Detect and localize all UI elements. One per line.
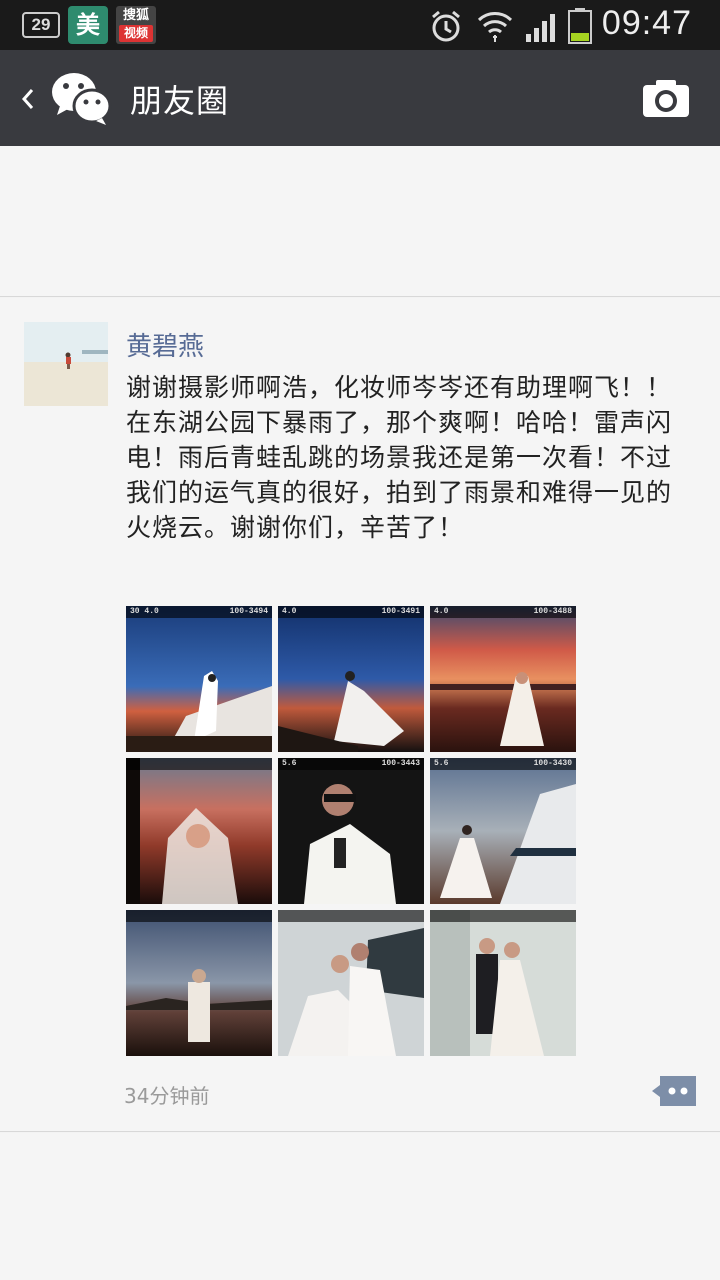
sohu-label: 搜狐 [122, 8, 149, 23]
photo-2-exif: 4.0 100-3491 [278, 606, 424, 618]
photo-8-image [278, 910, 424, 1056]
moments-cover [0, 146, 720, 297]
photo-7[interactable] [126, 910, 272, 1056]
clock: 09:47 [601, 4, 692, 42]
photo-5-exif: 5.6 100-3443 [278, 758, 424, 770]
post-timestamp: 34分钟前 [124, 1084, 210, 1108]
photo-6-exif: 5.6 100-3430 [430, 758, 576, 770]
signal-icon [526, 14, 555, 42]
wechat-logo-icon [52, 73, 112, 125]
photo-9-image [430, 910, 576, 1056]
photo-3-image [430, 606, 576, 752]
comment-more-icon[interactable] [652, 1076, 696, 1106]
photo-7-exif [126, 910, 272, 922]
photo-1-exif: 30 4.0 100-3494 [126, 606, 272, 618]
photo-4[interactable] [126, 758, 272, 904]
photo-8[interactable] [278, 910, 424, 1056]
photo-9[interactable] [430, 910, 576, 1056]
status-bar: 29 美 搜狐 视频 09:47 [0, 0, 720, 50]
photo-4-image [126, 758, 272, 904]
wifi-icon [477, 12, 513, 42]
post-author-name[interactable]: 黄碧燕 [126, 326, 204, 363]
photo-3-exif: 4.0 100-3488 [430, 606, 576, 618]
feed-continuation [0, 1133, 720, 1280]
chevron-left-icon[interactable] [18, 82, 38, 116]
moment-post: 黄碧燕 谢谢摄影师啊浩，化妆师岑岑还有助理啊飞！！在东湖公园下暴雨了，那个爽啊！… [0, 298, 720, 1132]
photo-9-exif [430, 910, 576, 922]
photo-4-exif [126, 758, 272, 770]
photo-6[interactable]: 5.6 100-3430 [430, 758, 576, 904]
photo-5[interactable]: 5.6 100-3443 [278, 758, 424, 904]
photo-1[interactable]: 30 4.0 100-3494 [126, 606, 272, 752]
photo-8-exif [278, 910, 424, 922]
photo-2[interactable]: 4.0 100-3491 [278, 606, 424, 752]
photo-2-image [278, 606, 424, 752]
photo-6-image [430, 758, 576, 904]
camera-icon[interactable] [642, 78, 690, 118]
app-header: 朋友圈 [0, 50, 720, 146]
battery-icon [568, 8, 592, 44]
alarm-icon [432, 10, 460, 42]
photo-5-image [278, 758, 424, 904]
photo-7-image [126, 910, 272, 1056]
notification-badge: 29 [22, 12, 60, 38]
page-title: 朋友圈 [130, 82, 230, 120]
meituan-app-icon: 美 [68, 6, 108, 44]
post-text: 谢谢摄影师啊浩，化妆师岑岑还有助理啊飞！！在东湖公园下暴雨了，那个爽啊！哈哈！雷… [126, 373, 673, 542]
avatar-beach-image [24, 322, 108, 406]
photo-grid: 30 4.0 100-3494 4.0 100-3491 4.0 100-3488 [126, 606, 576, 1056]
sohu-video-label: 视频 [119, 25, 153, 42]
sohu-video-app-icon: 搜狐 视频 [116, 6, 156, 44]
avatar[interactable] [24, 322, 108, 406]
photo-3[interactable]: 4.0 100-3488 [430, 606, 576, 752]
photo-1-image [126, 606, 272, 752]
